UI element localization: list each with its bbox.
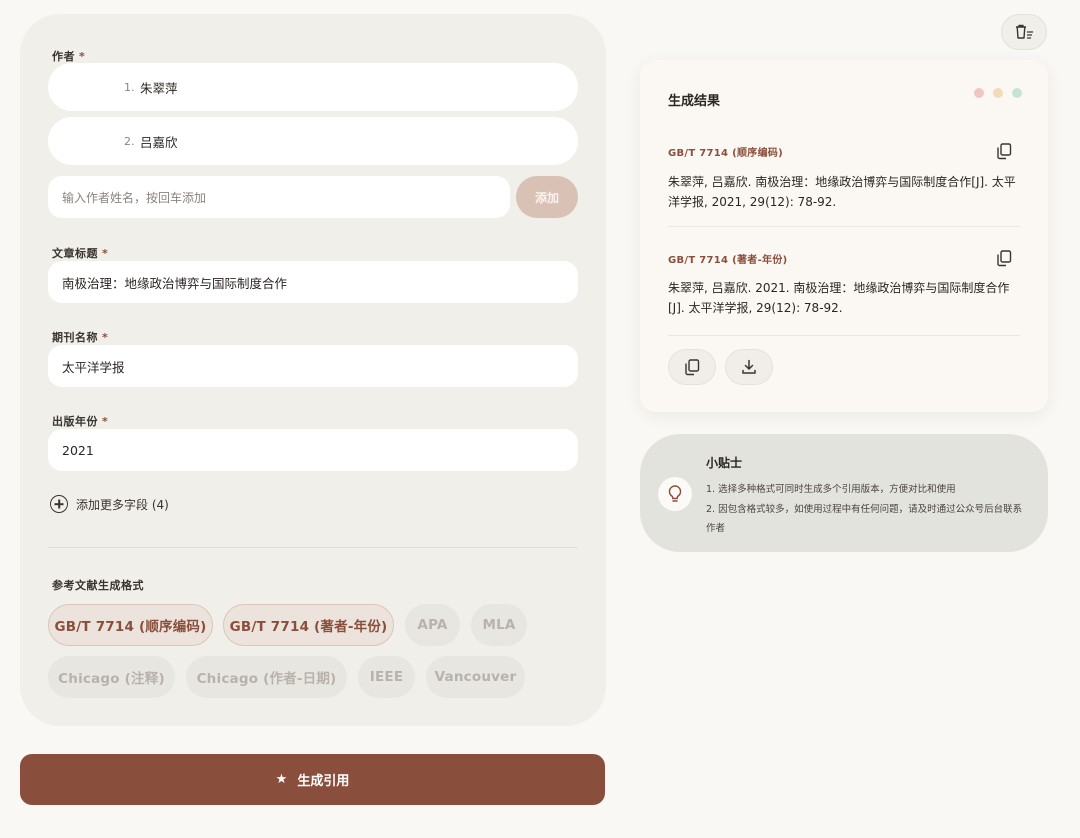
- journal-input-value: 太平洋学报: [62, 359, 125, 375]
- format-chip-vancouver[interactable]: Vancouver: [426, 656, 525, 698]
- format-chip-gbt-author-year[interactable]: GB/T 7714 (著者-年份): [223, 604, 394, 646]
- required-mark: *: [102, 331, 109, 344]
- add-more-fields-button[interactable]: 添加更多字段 (4): [50, 494, 169, 514]
- required-mark: *: [79, 50, 86, 63]
- plus-circle-icon: [50, 495, 68, 513]
- author-input-placeholder: 输入作者姓名，按回车添加: [62, 190, 207, 205]
- author-name: 朱翠萍: [140, 80, 178, 96]
- add-author-button[interactable]: 添加: [516, 176, 578, 218]
- dot-green: [1012, 88, 1022, 98]
- tip-item: 2. 因包含格式较多，如使用过程中有任何问题，请及时通过公众号后台联系作者: [706, 504, 1023, 534]
- results-title: 生成结果: [668, 94, 721, 109]
- tips-list: 1. 选择多种格式可同时生成多个引用版本，方便对比和使用 2. 因包含格式较多，…: [706, 480, 1026, 539]
- generate-citation-button[interactable]: ★ 生成引用: [20, 754, 605, 805]
- journal-label: 期刊名称 *: [52, 329, 108, 345]
- format-chip-mla[interactable]: MLA: [471, 604, 527, 646]
- add-more-fields-label: 添加更多字段 (4): [76, 497, 169, 512]
- format-chip-chicago-author-date[interactable]: Chicago (作者-日期): [186, 656, 347, 698]
- clear-button[interactable]: [1001, 14, 1047, 50]
- copy-icon: [685, 359, 700, 376]
- copy-icon: [997, 143, 1012, 160]
- copy-result-button[interactable]: [992, 246, 1016, 270]
- author-item[interactable]: 1. 朱翠萍: [48, 63, 578, 111]
- tips-card: 小贴士 1. 选择多种格式可同时生成多个引用版本，方便对比和使用 2. 因包含格…: [640, 434, 1048, 552]
- download-button[interactable]: [725, 349, 773, 385]
- lightbulb-icon: [658, 477, 692, 511]
- divider: [48, 547, 578, 548]
- results-card: 生成结果 GB/T 7714 (顺序编码) 朱翠萍, 吕嘉欣. 南极治理：地缘政…: [640, 60, 1048, 412]
- author-label: 作者 *: [52, 48, 85, 64]
- formats-label: 参考文献生成格式: [52, 579, 144, 592]
- result-format-tag: GB/T 7714 (顺序编码): [668, 148, 784, 159]
- format-chip-chicago-notes[interactable]: Chicago (注释): [48, 656, 175, 698]
- author-input[interactable]: 输入作者姓名，按回车添加: [48, 176, 510, 218]
- title-label-text: 文章标题: [52, 247, 98, 260]
- trash-list-icon: [1016, 24, 1034, 39]
- dot-red: [974, 88, 984, 98]
- required-mark: *: [102, 415, 109, 428]
- copy-icon: [997, 250, 1012, 267]
- title-input[interactable]: 南极治理：地缘政治博弈与国际制度合作: [48, 261, 578, 303]
- author-item[interactable]: 2. 吕嘉欣: [48, 117, 578, 165]
- author-name: 吕嘉欣: [140, 134, 178, 150]
- citation-form-panel: 作者 * 1. 朱翠萍 2. 吕嘉欣 输入作者姓名，按回车添加 添加 文章标题 * …: [20, 14, 606, 726]
- window-dots: [974, 88, 1022, 98]
- year-label-text: 出版年份: [52, 415, 98, 428]
- generate-citation-label: 生成引用: [297, 774, 350, 789]
- star-icon: ★: [275, 772, 288, 787]
- result-divider: [668, 335, 1020, 336]
- format-chip-gbt-numeric[interactable]: GB/T 7714 (顺序编码): [48, 604, 213, 646]
- year-input[interactable]: 2021: [48, 429, 578, 471]
- download-icon: [742, 359, 756, 374]
- citation-text: 朱翠萍, 吕嘉欣. 2021. 南极治理：地缘政治博弈与国际制度合作[J]. 太…: [668, 281, 1010, 315]
- year-input-value: 2021: [62, 442, 94, 458]
- title-input-value: 南极治理：地缘政治博弈与国际制度合作: [62, 275, 288, 291]
- format-chip-ieee[interactable]: IEEE: [358, 656, 415, 698]
- copy-result-button[interactable]: [992, 139, 1016, 163]
- copy-all-button[interactable]: [668, 349, 716, 385]
- tip-item: 1. 选择多种格式可同时生成多个引用版本，方便对比和使用: [706, 484, 956, 495]
- author-label-text: 作者: [52, 50, 75, 63]
- required-mark: *: [102, 247, 109, 260]
- tips-title: 小贴士: [706, 456, 743, 470]
- title-label: 文章标题 *: [52, 245, 108, 261]
- author-number: 1.: [124, 80, 135, 94]
- citation-text: 朱翠萍, 吕嘉欣. 南极治理：地缘政治博弈与国际制度合作[J]. 太平洋学报, …: [668, 175, 1016, 209]
- journal-label-text: 期刊名称: [52, 331, 98, 344]
- format-chip-apa[interactable]: APA: [405, 604, 460, 646]
- result-format-tag: GB/T 7714 (著者-年份): [668, 255, 788, 266]
- journal-input[interactable]: 太平洋学报: [48, 345, 578, 387]
- dot-yellow: [993, 88, 1003, 98]
- year-label: 出版年份 *: [52, 413, 108, 429]
- result-divider: [668, 226, 1020, 227]
- author-number: 2.: [124, 134, 135, 148]
